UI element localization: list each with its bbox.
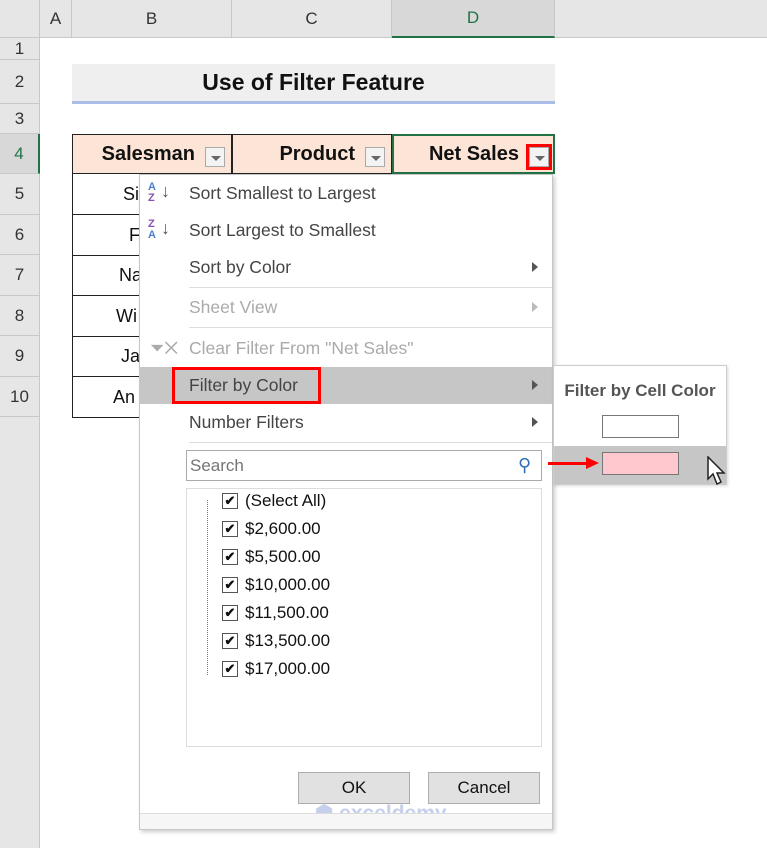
submenu-arrow-icon: [532, 262, 538, 272]
cell-color-row-pink[interactable]: [554, 446, 726, 484]
sheet-title: Use of Filter Feature: [72, 64, 555, 104]
mouse-cursor-icon: [707, 456, 726, 486]
search-icon: ⚲: [518, 455, 532, 475]
sort-descending-icon: ZA: [148, 218, 156, 241]
menu-label: Sort Smallest to Largest: [189, 183, 376, 203]
row-header-3[interactable]: 3: [0, 104, 40, 134]
header-label: Product: [279, 142, 355, 165]
menu-clear-filter: ⏷✕ Clear Filter From "Net Sales": [140, 330, 552, 367]
checkbox-checked-icon[interactable]: ✔: [222, 549, 238, 565]
checklist-item[interactable]: ✔ $13,500.00: [222, 630, 330, 652]
filter-dropdown-button[interactable]: [365, 147, 385, 167]
select-all-corner[interactable]: [0, 0, 40, 38]
checkbox-checked-icon[interactable]: ✔: [222, 605, 238, 621]
column-header-c[interactable]: C: [232, 0, 392, 38]
red-arrow-annotation: [548, 462, 588, 465]
cancel-button[interactable]: Cancel: [428, 772, 540, 804]
separator: [189, 327, 552, 328]
menu-sort-descending[interactable]: Z A ↓ Sort Largest to Smallest: [140, 212, 552, 249]
separator: [189, 442, 552, 443]
ok-button[interactable]: OK: [298, 772, 410, 804]
submenu-arrow-icon: [532, 302, 538, 312]
row-header-9[interactable]: 9: [0, 336, 40, 377]
checklist-label: $2,600.00: [245, 519, 321, 538]
menu-label: Filter by Color: [172, 367, 321, 404]
checkbox-checked-icon[interactable]: ✔: [222, 493, 238, 509]
header-net-sales[interactable]: Net Sales: [392, 134, 555, 174]
checklist-label: $11,500.00: [245, 603, 329, 622]
row-header-6[interactable]: 6: [0, 215, 40, 255]
menu-label: Sort Largest to Smallest: [189, 220, 376, 240]
checkbox-checked-icon[interactable]: ✔: [222, 521, 238, 537]
red-arrow-head: [586, 457, 599, 469]
checklist-label: $10,000.00: [245, 575, 331, 594]
menu-resize-bar[interactable]: [140, 813, 552, 829]
checklist-item[interactable]: ✔ $10,000.00: [222, 574, 330, 596]
checklist-item[interactable]: ✔ (Select All): [222, 490, 326, 512]
filter-dropdown-button[interactable]: [205, 147, 225, 167]
header-salesman[interactable]: Salesman: [72, 134, 232, 174]
row-header-5[interactable]: 5: [0, 174, 40, 215]
submenu-arrow-icon: [532, 380, 538, 390]
menu-label: Number Filters: [189, 412, 304, 432]
checklist-label: $17,000.00: [245, 659, 331, 678]
column-header-d[interactable]: D: [392, 0, 555, 38]
column-header-e[interactable]: [555, 0, 767, 38]
checklist-item[interactable]: ✔ $17,000.00: [222, 658, 330, 680]
row-header-10[interactable]: 10: [0, 377, 40, 417]
column-header-a[interactable]: A: [40, 0, 72, 38]
column-header-b[interactable]: B: [72, 0, 232, 38]
checklist-item[interactable]: ✔ $5,500.00: [222, 546, 321, 568]
checklist-label: $13,500.00: [245, 631, 331, 650]
menu-label: Sort by Color: [189, 257, 292, 277]
sort-ascending-icon: AZ: [148, 181, 156, 204]
checkbox-checked-icon[interactable]: ✔: [222, 633, 238, 649]
checkbox-checked-icon[interactable]: ✔: [222, 661, 238, 677]
row-header-8[interactable]: 8: [0, 296, 40, 336]
row-header-4[interactable]: 4: [0, 134, 40, 174]
filter-dropdown-button-active[interactable]: [526, 144, 552, 170]
cell-color-pink[interactable]: [602, 452, 679, 475]
menu-number-filters[interactable]: Number Filters: [140, 404, 552, 441]
submenu-title: Filter by Cell Color: [564, 381, 716, 400]
cell-color-white[interactable]: [602, 415, 679, 438]
submenu-arrow-icon: [532, 417, 538, 427]
checklist-label: $5,500.00: [245, 547, 321, 566]
header-product[interactable]: Product: [232, 134, 392, 174]
menu-sheet-view: Sheet View: [140, 289, 552, 326]
menu-sort-ascending[interactable]: A Z ↓ Sort Smallest to Largest: [140, 175, 552, 212]
separator: [189, 287, 552, 288]
checkbox-checked-icon[interactable]: ✔: [222, 577, 238, 593]
checklist-label: (Select All): [245, 491, 327, 510]
menu-label: Clear Filter From "Net Sales": [189, 338, 414, 358]
filter-by-color-submenu: Filter by Cell Color: [553, 365, 727, 485]
row-header-rest: [0, 417, 40, 848]
clear-filter-icon: ⏷✕: [150, 338, 179, 358]
menu-filter-by-color[interactable]: Filter by Color: [140, 367, 552, 404]
row-header-2[interactable]: 2: [0, 60, 40, 104]
header-label: Net Sales: [428, 142, 519, 165]
checklist-item[interactable]: ✔ $11,500.00: [222, 602, 329, 624]
row-header-7[interactable]: 7: [0, 255, 40, 296]
checklist-item[interactable]: ✔ $2,600.00: [222, 518, 321, 540]
menu-sort-by-color[interactable]: Sort by Color: [140, 249, 552, 286]
filter-dropdown-menu: A Z ↓ Sort Smallest to Largest Z A ↓ Sort Larg…: [139, 174, 553, 830]
search-input[interactable]: [186, 450, 542, 481]
menu-label: Sheet View: [189, 297, 278, 317]
header-label: Salesman: [101, 142, 195, 165]
row-header-1[interactable]: 1: [0, 38, 40, 60]
